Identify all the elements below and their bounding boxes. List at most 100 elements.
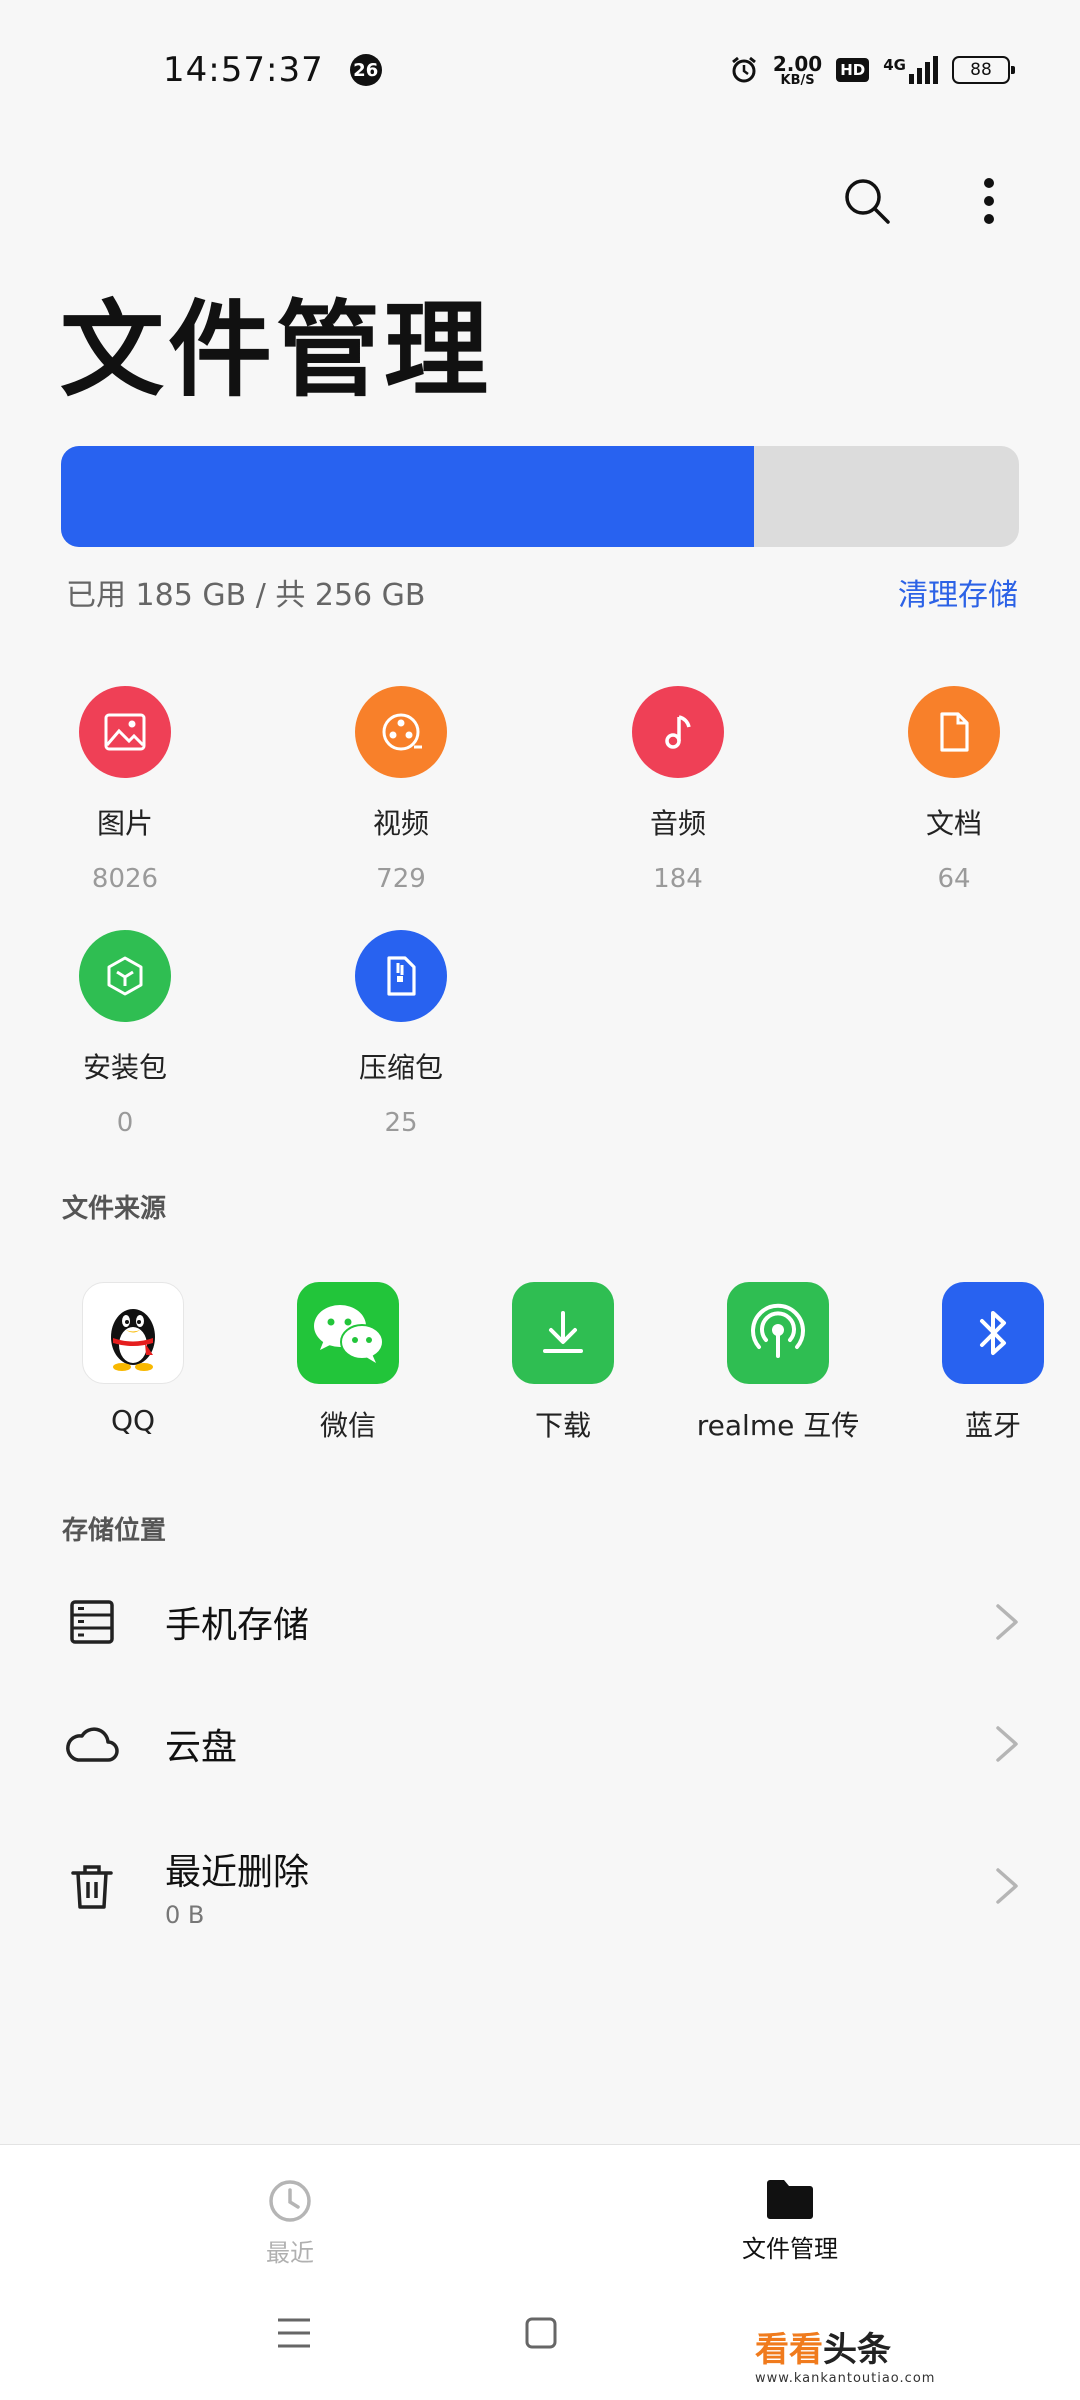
category-count: 184	[653, 864, 703, 894]
category-icon-circle	[355, 686, 447, 778]
watermark: 看看头条 www.kankantoutiao.com	[755, 2322, 935, 2386]
source-icon-tile	[727, 1282, 829, 1384]
chevron-right-icon	[996, 1726, 1018, 1762]
watermark-part: 看看	[755, 2330, 823, 2370]
folder-icon	[767, 2180, 813, 2219]
watermark-part: 头条	[823, 2330, 891, 2370]
storage-summary: 已用 185 GB / 共 256 GB	[66, 578, 426, 613]
category-archives[interactable]: 压缩包 25	[301, 930, 501, 1138]
category-label: 图片	[96, 807, 153, 840]
qq-penguin-icon	[111, 1309, 155, 1371]
category-count: 0	[116, 1108, 134, 1138]
notification-count-badge: 26	[349, 54, 382, 86]
network-type-label: 4G	[883, 56, 906, 74]
source-label: 微信	[319, 1409, 376, 1442]
signal-bar	[909, 74, 914, 84]
search-icon	[845, 179, 890, 224]
alarm-icon	[731, 56, 756, 83]
source-icon-tile	[82, 1282, 184, 1384]
more-options-button[interactable]	[958, 170, 1020, 232]
document-icon	[940, 712, 969, 752]
wechat-icon	[314, 1305, 384, 1363]
category-label: 文档	[925, 807, 982, 840]
source-label: 下载	[534, 1409, 591, 1442]
category-label: 视频	[372, 807, 429, 840]
source-bluetooth[interactable]: 蓝牙	[893, 1282, 1080, 1444]
location-name: 云盘	[165, 1727, 238, 1768]
package-icon	[107, 956, 143, 996]
source-label: realme 互传	[696, 1409, 860, 1442]
network-speed: 2.00 KB/S	[772, 51, 823, 88]
category-label: 压缩包	[358, 1051, 443, 1084]
download-icon	[543, 1311, 583, 1353]
image-icon	[104, 713, 146, 751]
chevron-right-icon	[996, 1604, 1018, 1640]
category-packages[interactable]: 安装包 0	[25, 930, 225, 1138]
chevron-right-icon	[996, 1868, 1018, 1904]
search-button[interactable]	[836, 170, 898, 232]
location-cloud[interactable]: 云盘	[0, 1704, 1080, 1784]
clock-icon	[269, 2180, 311, 2222]
trash-icon	[71, 1865, 113, 1909]
location-icon	[62, 1856, 122, 1916]
tab-recent[interactable]: 最近	[190, 2177, 390, 2268]
hd-badge: HD	[836, 58, 870, 82]
category-images[interactable]: 图片 8026	[25, 686, 225, 894]
source-wechat[interactable]: 微信	[248, 1282, 448, 1444]
watermark-url: www.kankantoutiao.com	[755, 2371, 936, 2386]
signal-bar	[917, 68, 922, 84]
toolbar-actions	[836, 170, 1020, 232]
category-icon-circle	[355, 930, 447, 1022]
source-icon-tile	[942, 1282, 1044, 1384]
source-icon-tile	[512, 1282, 614, 1384]
source-icon-tile	[297, 1282, 399, 1384]
location-name: 手机存储	[165, 1605, 310, 1646]
location-name: 最近删除	[165, 1852, 310, 1893]
location-text: 最近删除 0 B	[165, 1843, 309, 1929]
category-videos[interactable]: 视频 729	[301, 686, 501, 894]
source-realme-share[interactable]: realme 互传	[678, 1282, 878, 1444]
phone-storage-icon	[70, 1600, 114, 1644]
music-note-icon	[665, 715, 691, 749]
category-icon-circle	[79, 686, 171, 778]
category-icon-circle	[632, 686, 724, 778]
battery-indicator: 88	[952, 56, 1015, 84]
signal-bar	[933, 56, 938, 84]
video-reel-icon	[382, 713, 422, 751]
source-label: 蓝牙	[964, 1409, 1021, 1442]
category-count: 8026	[91, 864, 159, 894]
status-time: 14:57:37	[163, 50, 324, 90]
location-icon	[62, 1714, 122, 1774]
location-phone-storage[interactable]: 手机存储	[0, 1582, 1080, 1662]
storage-usage-bar[interactable]	[61, 446, 1019, 547]
signal-bar	[925, 62, 930, 84]
zip-icon	[387, 956, 416, 996]
location-icon	[62, 1592, 122, 1652]
location-text: 云盘	[165, 1718, 237, 1770]
category-label: 安装包	[82, 1051, 167, 1084]
tab-label: 文件管理	[742, 2235, 838, 2263]
tab-file-manager[interactable]: 文件管理	[690, 2177, 890, 2264]
category-count: 25	[384, 1108, 418, 1138]
category-icon-circle	[908, 686, 1000, 778]
menu-icon[interactable]	[276, 2316, 312, 2350]
status-bar: 14:57:37 26 2.00 KB/S HD 4G 88	[0, 0, 1080, 140]
category-documents[interactable]: 文档 64	[854, 686, 1054, 894]
home-square-icon[interactable]	[524, 2316, 558, 2350]
storage-used-fill	[61, 446, 754, 547]
page-title: 文件管理	[60, 288, 493, 411]
clean-storage-link[interactable]: 清理存储	[898, 570, 1018, 614]
category-audio[interactable]: 音频 184	[578, 686, 778, 894]
source-label: QQ	[110, 1404, 156, 1437]
source-download[interactable]: 下载	[463, 1282, 663, 1444]
storage-locations-title: 存储位置	[62, 1516, 167, 1546]
category-label: 音频	[649, 807, 706, 840]
source-qq[interactable]: QQ	[33, 1282, 233, 1437]
more-vertical-icon	[984, 178, 994, 224]
category-count: 729	[376, 864, 426, 894]
tab-label: 最近	[266, 2239, 314, 2267]
cloud-icon	[66, 1727, 119, 1762]
location-recently-deleted[interactable]: 最近删除 0 B	[0, 1836, 1080, 1936]
signal-indicator: 4G	[883, 56, 938, 84]
location-size: 0 B	[165, 1901, 205, 1929]
